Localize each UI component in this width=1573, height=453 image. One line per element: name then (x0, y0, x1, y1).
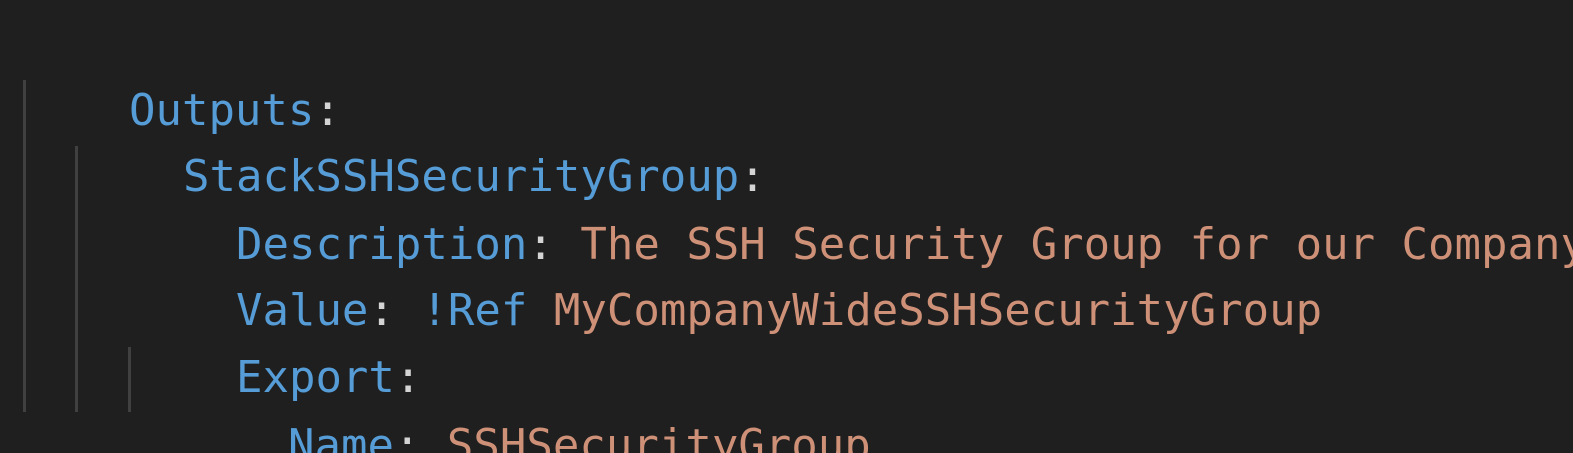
code-line-export[interactable]: Export: (130, 277, 421, 403)
code-line-stack-ssh-security-group[interactable]: StackSSHSecurityGroup: (77, 76, 766, 202)
code-line-name[interactable]: Name: SSHSecurityGroup (182, 345, 871, 453)
yaml-string-value: SSHSecurityGroup (446, 420, 871, 453)
code-line-description[interactable]: Description: The SSH Security Group for … (130, 144, 1573, 270)
yaml-colon: : (393, 420, 447, 453)
yaml-key: Name (287, 420, 394, 453)
code-line-value[interactable]: Value: !Ref MyCompanyWideSSHSecurityGrou… (130, 210, 1322, 336)
yaml-space (527, 285, 554, 336)
code-editor[interactable]: Outputs: StackSSHSecurityGroup: Descript… (0, 0, 1573, 453)
yaml-string-value: MyCompanyWideSSHSecurityGroup (553, 285, 1323, 336)
yaml-ref-tag: !Ref (421, 285, 528, 336)
code-line-outputs[interactable]: Outputs: (23, 10, 341, 136)
